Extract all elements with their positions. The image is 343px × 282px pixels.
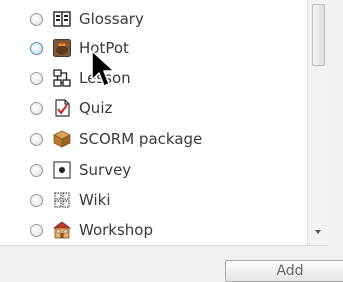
activity-option-hotpot[interactable]: HotPot	[30, 33, 310, 63]
radio-button[interactable]	[30, 12, 43, 26]
activity-option-quiz[interactable]: Quiz	[30, 93, 310, 123]
add-button[interactable]: Add	[225, 260, 343, 282]
activity-option-wiki[interactable]: Wiki	[30, 185, 310, 215]
glossary-icon	[53, 11, 71, 27]
vertical-scrollbar[interactable]	[307, 0, 328, 245]
scorm-package-icon	[53, 130, 71, 148]
workshop-icon	[53, 221, 71, 239]
lesson-icon	[53, 69, 71, 87]
activity-label: Survey	[79, 161, 132, 179]
activity-label: Glossary	[79, 10, 144, 28]
activity-option-scorm-package[interactable]: SCORM package	[30, 124, 310, 154]
survey-icon	[53, 161, 71, 179]
activity-label: Quiz	[79, 99, 113, 117]
activity-chooser-list: Glossary HotPot Lesson Quiz SCORM packag…	[0, 0, 328, 246]
radio-button[interactable]	[30, 41, 43, 55]
radio-button[interactable]	[30, 132, 43, 146]
activity-label: SCORM package	[79, 130, 203, 148]
activity-option-lesson[interactable]: Lesson	[30, 63, 310, 93]
activity-option-workshop[interactable]: Workshop	[30, 215, 310, 245]
radio-button[interactable]	[30, 163, 43, 177]
scroll-down-arrow-icon[interactable]	[315, 230, 321, 234]
wiki-icon	[54, 192, 70, 208]
scrollbar-thumb[interactable]	[312, 4, 325, 66]
activity-label: Lesson	[79, 69, 131, 87]
radio-button[interactable]	[30, 71, 43, 85]
activity-label: Wiki	[79, 191, 111, 209]
radio-button[interactable]	[30, 101, 43, 115]
activity-option-glossary[interactable]: Glossary	[30, 4, 310, 34]
radio-button[interactable]	[30, 223, 43, 237]
window-edge	[328, 0, 343, 282]
hotpot-icon	[53, 39, 71, 57]
quiz-icon	[55, 99, 70, 117]
radio-button[interactable]	[30, 193, 43, 207]
activity-label: HotPot	[79, 39, 129, 57]
activity-label: Workshop	[79, 221, 154, 239]
activity-option-survey[interactable]: Survey	[30, 155, 310, 185]
